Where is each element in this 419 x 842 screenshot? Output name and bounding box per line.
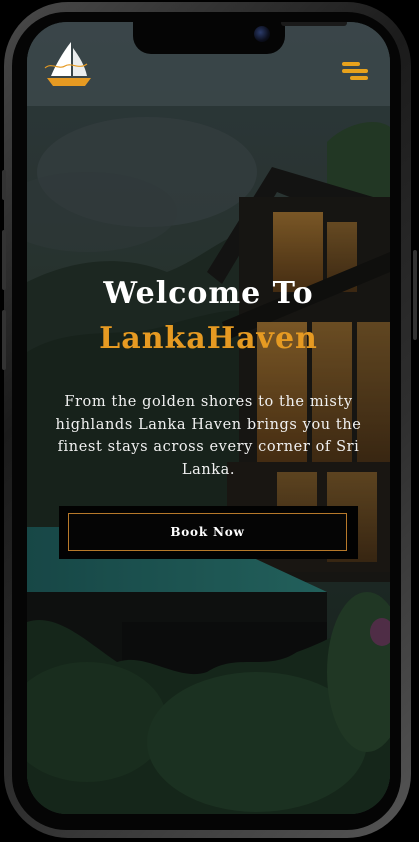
hero-title-line1: Welcome To — [103, 276, 314, 311]
power-button — [413, 250, 417, 340]
hero-title-brand: LankaHaven — [99, 321, 318, 356]
hamburger-menu-icon[interactable] — [342, 62, 370, 84]
lanka-haven-sailboat-logo-icon[interactable] — [41, 40, 97, 90]
book-now-button[interactable]: Book Now — [68, 513, 347, 551]
volume-down-button — [2, 310, 6, 370]
front-camera — [254, 26, 270, 42]
phone-mockup: Welcome To LankaHaven From the golden sh… — [0, 0, 419, 842]
speaker-grille — [281, 22, 347, 26]
screen: Welcome To LankaHaven From the golden sh… — [27, 22, 390, 814]
phone-notch — [133, 22, 347, 54]
hero-description: From the golden shores to the misty high… — [55, 394, 362, 478]
volume-up-button — [2, 230, 6, 290]
cta-container: Book Now — [59, 506, 358, 559]
mute-switch — [2, 170, 6, 200]
